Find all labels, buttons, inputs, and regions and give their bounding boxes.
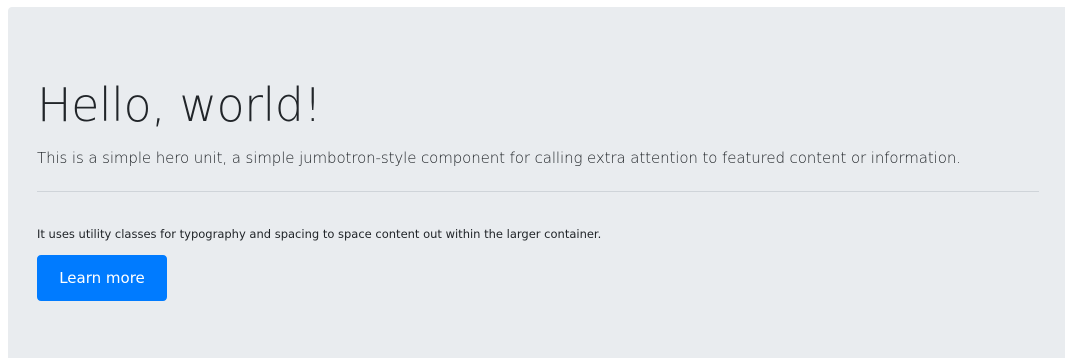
hero-body-text: It uses utility classes for typography a…	[37, 227, 602, 241]
hero-heading: Hello, world!	[37, 78, 322, 132]
hero-lead-text: This is a simple hero unit, a simple jum…	[37, 149, 961, 167]
learn-more-button[interactable]: Learn more	[37, 255, 167, 301]
divider	[37, 191, 1039, 192]
jumbotron: Hello, world! This is a simple hero unit…	[8, 7, 1065, 358]
